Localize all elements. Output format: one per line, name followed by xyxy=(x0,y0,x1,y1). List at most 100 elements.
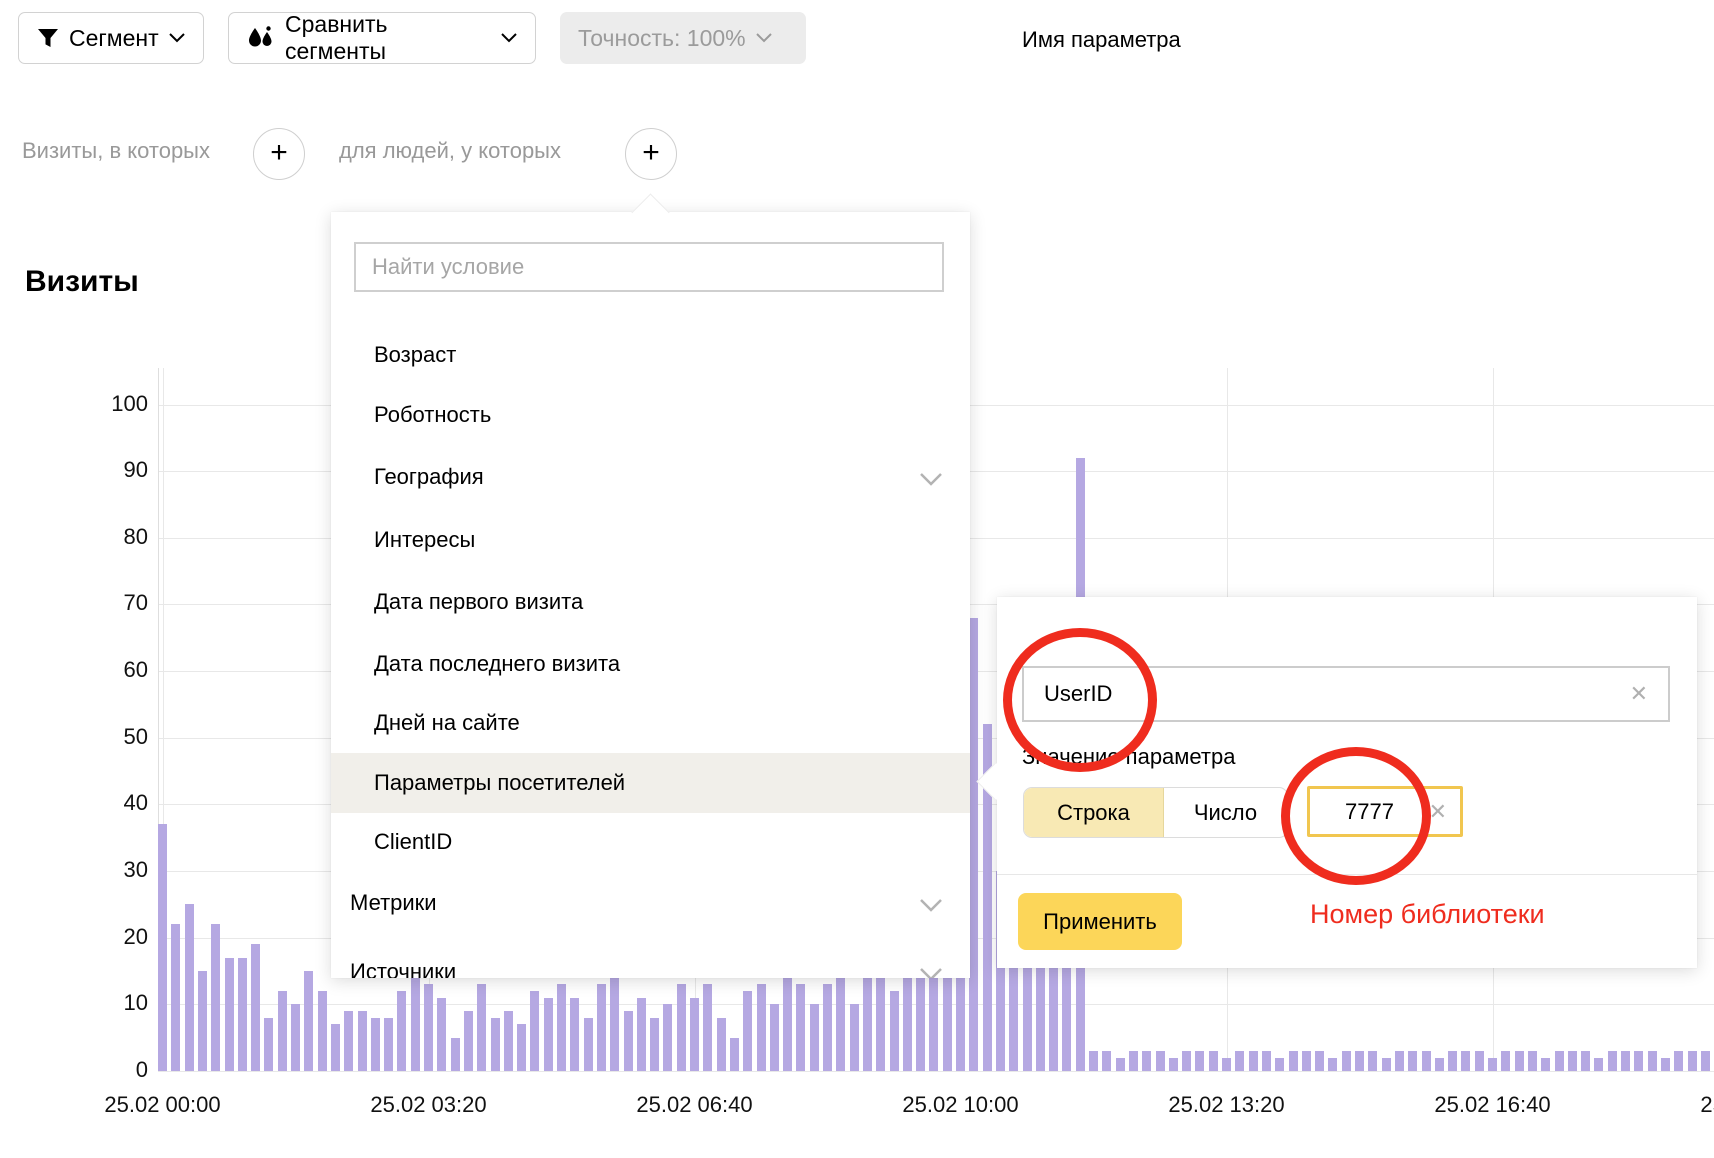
apply-button[interactable]: Применить xyxy=(1018,893,1182,950)
chart-bar xyxy=(304,971,313,1071)
chart-bar xyxy=(770,1004,779,1071)
chart-bar xyxy=(530,991,539,1071)
condition-item-2[interactable]: География xyxy=(331,447,970,507)
chart-bar xyxy=(1235,1051,1244,1071)
chart-bar xyxy=(1182,1051,1191,1071)
clear-name-icon[interactable]: ✕ xyxy=(1630,681,1648,707)
y-axis-tick-label: 100 xyxy=(78,391,148,417)
chart-bar xyxy=(171,924,180,1071)
chart-bar xyxy=(810,1004,819,1071)
condition-item-8[interactable]: ClientID xyxy=(331,812,970,872)
y-axis-tick-label: 80 xyxy=(78,524,148,550)
chart-bar xyxy=(451,1038,460,1071)
chart-bar xyxy=(757,984,766,1071)
param-name-input[interactable]: UserID ✕ xyxy=(1022,666,1670,722)
toggle-number-option[interactable]: Число xyxy=(1164,788,1287,837)
chart-bar xyxy=(278,991,287,1071)
y-axis-tick-label: 10 xyxy=(78,990,148,1016)
condition-item-label: Роботность xyxy=(374,402,491,428)
chart-bar xyxy=(570,998,579,1071)
toggle-string-option[interactable]: Строка xyxy=(1024,788,1164,837)
y-axis-tick-label: 20 xyxy=(78,924,148,950)
chart-bar xyxy=(1249,1051,1258,1071)
x-axis-tick-label: 25.02 16:40 xyxy=(1408,1092,1578,1118)
condition-dropdown: Возраст Роботность География Интересы Дата п… xyxy=(331,212,970,978)
chart-bar xyxy=(1368,1051,1377,1071)
chart-bar xyxy=(491,1018,500,1071)
condition-search[interactable] xyxy=(354,242,944,292)
chart-bar xyxy=(211,924,220,1071)
param-value-label: Значение параметра xyxy=(1022,744,1235,770)
chart-bar xyxy=(1408,1051,1417,1071)
chart-bar xyxy=(597,984,606,1071)
chart-bar xyxy=(1328,1058,1337,1071)
chart-bar xyxy=(1116,1058,1125,1071)
condition-item-4[interactable]: Дата первого визита xyxy=(331,572,970,632)
chart-bar xyxy=(1275,1058,1284,1071)
x-axis-tick-label: 25.02 00:00 xyxy=(78,1092,248,1118)
chart-bar xyxy=(384,1018,393,1071)
condition-item-label: Дней на сайте xyxy=(374,710,520,736)
chart-bar xyxy=(1049,964,1058,1071)
clear-value-icon[interactable]: ✕ xyxy=(1429,799,1447,825)
gridline-y xyxy=(158,1071,1714,1072)
chart-bar xyxy=(717,1018,726,1071)
chart-bar xyxy=(1156,1051,1165,1071)
chart-bar xyxy=(1528,1051,1537,1071)
chart-bar xyxy=(743,991,752,1071)
condition-item-7[interactable]: Параметры посетителей xyxy=(331,753,970,813)
chart-bar xyxy=(437,998,446,1071)
chart-bar xyxy=(371,1018,380,1071)
chart-bar xyxy=(1688,1051,1697,1071)
chart-bar xyxy=(238,958,247,1071)
condition-item-1[interactable]: Роботность xyxy=(331,385,970,445)
chart-bar xyxy=(783,971,792,1071)
chart-bar xyxy=(1382,1058,1391,1071)
chart-bar xyxy=(1195,1051,1204,1071)
chart-bar xyxy=(1448,1051,1457,1071)
chart-bar xyxy=(517,1024,526,1071)
chart-bar xyxy=(703,984,712,1071)
condition-item-label: ClientID xyxy=(374,829,452,855)
chart-bar xyxy=(544,998,553,1071)
chart-bar xyxy=(477,984,486,1071)
chart-bar xyxy=(903,971,912,1071)
chart-bar xyxy=(1568,1051,1577,1071)
chart-bar xyxy=(1475,1051,1484,1071)
chart-bar xyxy=(1648,1051,1657,1071)
param-name-label: Имя параметра xyxy=(1022,27,1181,53)
chart-bar xyxy=(1062,964,1071,1071)
chart-bar xyxy=(1634,1051,1643,1071)
param-value-input[interactable]: 7777 ✕ xyxy=(1307,786,1463,837)
y-axis-tick-label: 0 xyxy=(78,1057,148,1083)
condition-item-9[interactable]: Метрики xyxy=(331,873,970,933)
condition-item-6[interactable]: Дней на сайте xyxy=(331,693,970,753)
chart-bar xyxy=(836,971,845,1071)
panel-divider xyxy=(997,874,1697,875)
chart-bar xyxy=(1036,951,1045,1071)
chart-bar xyxy=(1089,1051,1098,1071)
condition-item-5[interactable]: Дата последнего визита xyxy=(331,634,970,694)
condition-item-label: Интересы xyxy=(374,527,475,553)
chart-bar xyxy=(677,984,686,1071)
chart-bar xyxy=(890,991,899,1071)
chart-bar xyxy=(557,984,566,1071)
chart-bar xyxy=(198,971,207,1071)
condition-item-3[interactable]: Интересы xyxy=(331,510,970,570)
chart-bar xyxy=(1608,1051,1617,1071)
chart-bar xyxy=(1435,1058,1444,1071)
chart-bar xyxy=(1102,1051,1111,1071)
chart-bar xyxy=(1355,1051,1364,1071)
condition-item-0[interactable]: Возраст xyxy=(331,325,970,385)
chart-bar xyxy=(1594,1058,1603,1071)
chart-bar xyxy=(1315,1051,1324,1071)
chart-bar xyxy=(397,991,406,1071)
chart-bar xyxy=(1674,1051,1683,1071)
condition-item-10[interactable]: Источники xyxy=(331,942,970,978)
chart-bar xyxy=(690,998,699,1071)
chart-bar xyxy=(1289,1051,1298,1071)
condition-search-input[interactable] xyxy=(356,244,942,290)
chart-bar xyxy=(185,904,194,1071)
chart-bar xyxy=(1581,1051,1590,1071)
chart-bar xyxy=(504,1011,513,1071)
